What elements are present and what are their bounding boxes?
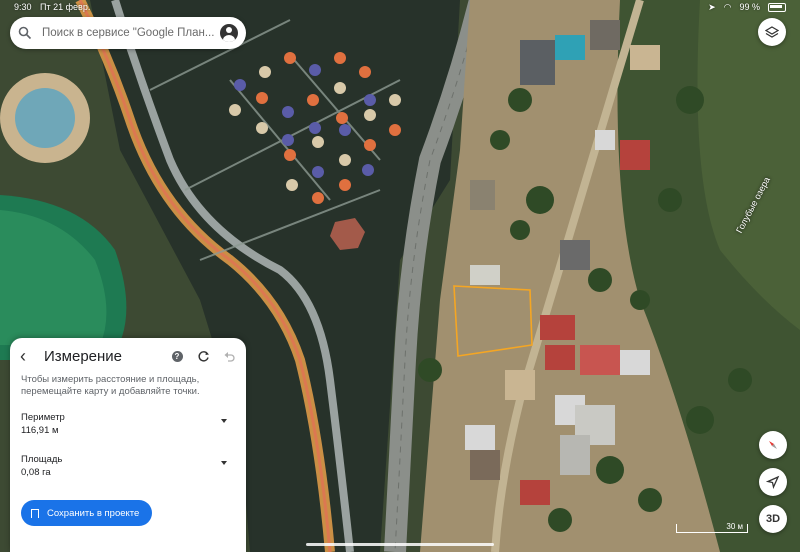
help-button[interactable]: ?: [168, 347, 186, 365]
area-row[interactable]: Площадь 0,08 га: [21, 454, 235, 478]
refresh-button[interactable]: [194, 347, 212, 365]
layers-icon: [765, 26, 779, 38]
wifi-icon: ◠: [723, 1, 732, 12]
search-bar[interactable]: Поиск в сервисе "Google План...: [10, 17, 246, 49]
perimeter-dropdown-icon[interactable]: [221, 419, 227, 423]
home-indicator[interactable]: [306, 543, 494, 546]
location-icon: ➤: [708, 1, 716, 12]
refresh-icon: [197, 350, 209, 361]
layers-button[interactable]: [758, 18, 786, 46]
panel-title: Измерение: [44, 347, 123, 365]
status-time: 9:30: [14, 2, 32, 12]
perimeter-value: 116,91 м: [21, 425, 59, 436]
measure-panel-header: ‹ Измерение ?: [10, 338, 246, 374]
navigation-arrow-icon: [766, 475, 780, 489]
search-placeholder[interactable]: Поиск в сервисе "Google План...: [42, 27, 220, 39]
back-arrow-icon[interactable]: ‹: [20, 346, 36, 367]
area-dropdown-icon[interactable]: [221, 461, 227, 465]
battery-percent: 99 %: [739, 2, 760, 12]
status-bar: 9:30 Пт 21 февр. ➤ ◠ 99 %: [0, 0, 800, 14]
bookmark-icon: [31, 508, 39, 518]
status-date: Пт 21 февр.: [40, 2, 91, 12]
3d-label: 3D: [765, 513, 781, 525]
perimeter-row[interactable]: Периметр 116,91 м: [21, 412, 235, 436]
save-button-label: Сохранить в проекте: [47, 507, 140, 519]
scale-label: 30 м: [726, 522, 743, 531]
battery-icon: [768, 2, 786, 12]
scale-bar: 30 м: [676, 522, 748, 533]
account-avatar[interactable]: [220, 24, 238, 42]
help-icon: ?: [171, 350, 183, 362]
area-value: 0,08 га: [21, 467, 51, 478]
undo-icon: [224, 351, 235, 362]
compass-icon: [769, 441, 777, 449]
undo-button[interactable]: [220, 347, 238, 365]
search-icon: [18, 26, 32, 40]
compass-button[interactable]: [759, 431, 787, 459]
3d-toggle-button[interactable]: 3D: [759, 505, 787, 533]
measure-instructions: Чтобы измерить расстояние и площадь, пер…: [21, 374, 200, 397]
my-location-button[interactable]: [759, 468, 787, 496]
perimeter-label: Периметр: [21, 412, 65, 423]
save-to-project-button[interactable]: Сохранить в проекте: [21, 500, 152, 526]
measure-panel: ‹ Измерение ? Чтобы измерить расстояние …: [10, 338, 246, 552]
area-label: Площадь: [21, 454, 63, 465]
